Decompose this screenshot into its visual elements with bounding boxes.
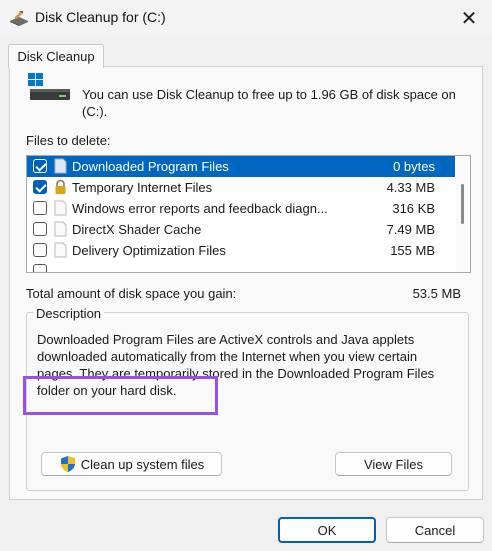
view-files-button[interactable]: View Files xyxy=(335,452,452,476)
title-bar: Disk Cleanup for (C:) ✕ xyxy=(0,0,492,36)
file-size: 4.33 MB xyxy=(386,180,435,195)
list-item[interactable]: Temporary Internet Files 4.33 MB xyxy=(27,177,455,198)
total-gain-label: Total amount of disk space you gain: xyxy=(26,286,237,301)
ok-button[interactable]: OK xyxy=(278,517,376,543)
lock-icon xyxy=(55,179,66,194)
list-item[interactable]: Delivery Optimization Files 155 MB xyxy=(27,240,455,261)
checkbox[interactable] xyxy=(33,159,47,173)
list-item[interactable]: Downloaded Program Files 0 bytes xyxy=(27,156,455,177)
file-size: 0 bytes xyxy=(393,159,435,174)
checkbox[interactable] xyxy=(33,243,47,257)
file-name: DirectX Shader Cache xyxy=(72,222,202,237)
cancel-button[interactable]: Cancel xyxy=(386,517,484,543)
disk-cleanup-panel: You can use Disk Cleanup to free up to 1… xyxy=(9,66,483,500)
file-name: Downloaded Program Files xyxy=(72,159,229,174)
intro-text: You can use Disk Cleanup to free up to 1… xyxy=(82,87,456,119)
close-button[interactable]: ✕ xyxy=(446,0,492,36)
clean-up-system-files-label: Clean up system files xyxy=(80,456,205,472)
description-text: Downloaded Program Files are ActiveX con… xyxy=(37,332,435,398)
shield-icon xyxy=(60,456,75,472)
file-icon xyxy=(54,200,67,216)
file-icon xyxy=(54,221,67,237)
file-icon xyxy=(54,158,67,174)
list-item-partial[interactable] xyxy=(27,261,455,272)
file-size: 316 KB xyxy=(392,201,435,216)
checkbox[interactable] xyxy=(33,180,47,194)
file-icon xyxy=(54,242,67,258)
disk-cleanup-icon xyxy=(10,11,28,26)
list-item[interactable]: Windows error reports and feedback diagn… xyxy=(27,198,455,219)
checkbox[interactable] xyxy=(33,201,47,215)
drive-icon xyxy=(28,73,70,100)
window-title: Disk Cleanup for (C:) xyxy=(35,9,166,25)
total-gain-value: 53.5 MB xyxy=(412,286,461,301)
file-name: Temporary Internet Files xyxy=(72,180,213,195)
checkbox[interactable] xyxy=(33,264,47,272)
description-legend: Description xyxy=(33,306,105,321)
file-name: Windows error reports and feedback diagn… xyxy=(72,201,328,216)
files-to-delete-label: Files to delete: xyxy=(26,133,111,148)
clean-up-system-files-button[interactable]: Clean up system files xyxy=(41,452,222,476)
file-name: Delivery Optimization Files xyxy=(72,243,226,258)
close-icon: ✕ xyxy=(460,7,478,30)
file-size: 7.49 MB xyxy=(386,222,435,237)
list-scrollbar[interactable] xyxy=(456,156,470,272)
scroll-thumb[interactable] xyxy=(461,184,464,224)
files-list[interactable]: Downloaded Program Files 0 bytes Tempora… xyxy=(26,155,471,273)
tab-disk-cleanup[interactable]: Disk Cleanup xyxy=(8,44,104,68)
checkbox[interactable] xyxy=(33,222,47,236)
file-size: 155 MB xyxy=(390,243,435,258)
list-item[interactable]: DirectX Shader Cache 7.49 MB xyxy=(27,219,455,240)
